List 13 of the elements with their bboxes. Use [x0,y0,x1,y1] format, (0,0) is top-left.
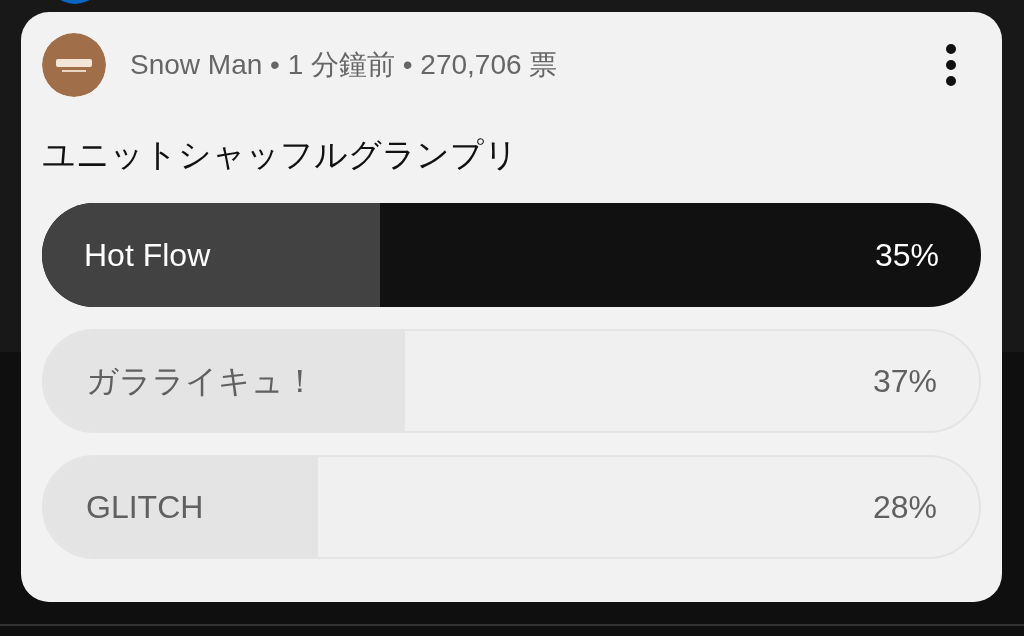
poll-option[interactable]: ガラライキュ！ 37% [42,328,981,433]
avatar-icon[interactable] [42,33,106,97]
poll-option[interactable]: GLITCH 28% [42,454,981,559]
option-percent: 37% [872,361,937,401]
option-label: ガラライキュ！ [86,361,316,401]
poll-option[interactable]: Hot Flow 35% [42,202,981,307]
more-options-icon[interactable] [945,43,957,87]
post-meta: Snow Man • 1 分鐘前 • 270,706 票 [130,48,558,82]
poll-question: ユニットシャッフルグランプリ [42,135,519,175]
option-percent: 35% [874,235,939,275]
option-percent: 28% [872,487,937,527]
option-label: GLITCH [86,487,204,527]
option-label: Hot Flow [84,235,211,275]
